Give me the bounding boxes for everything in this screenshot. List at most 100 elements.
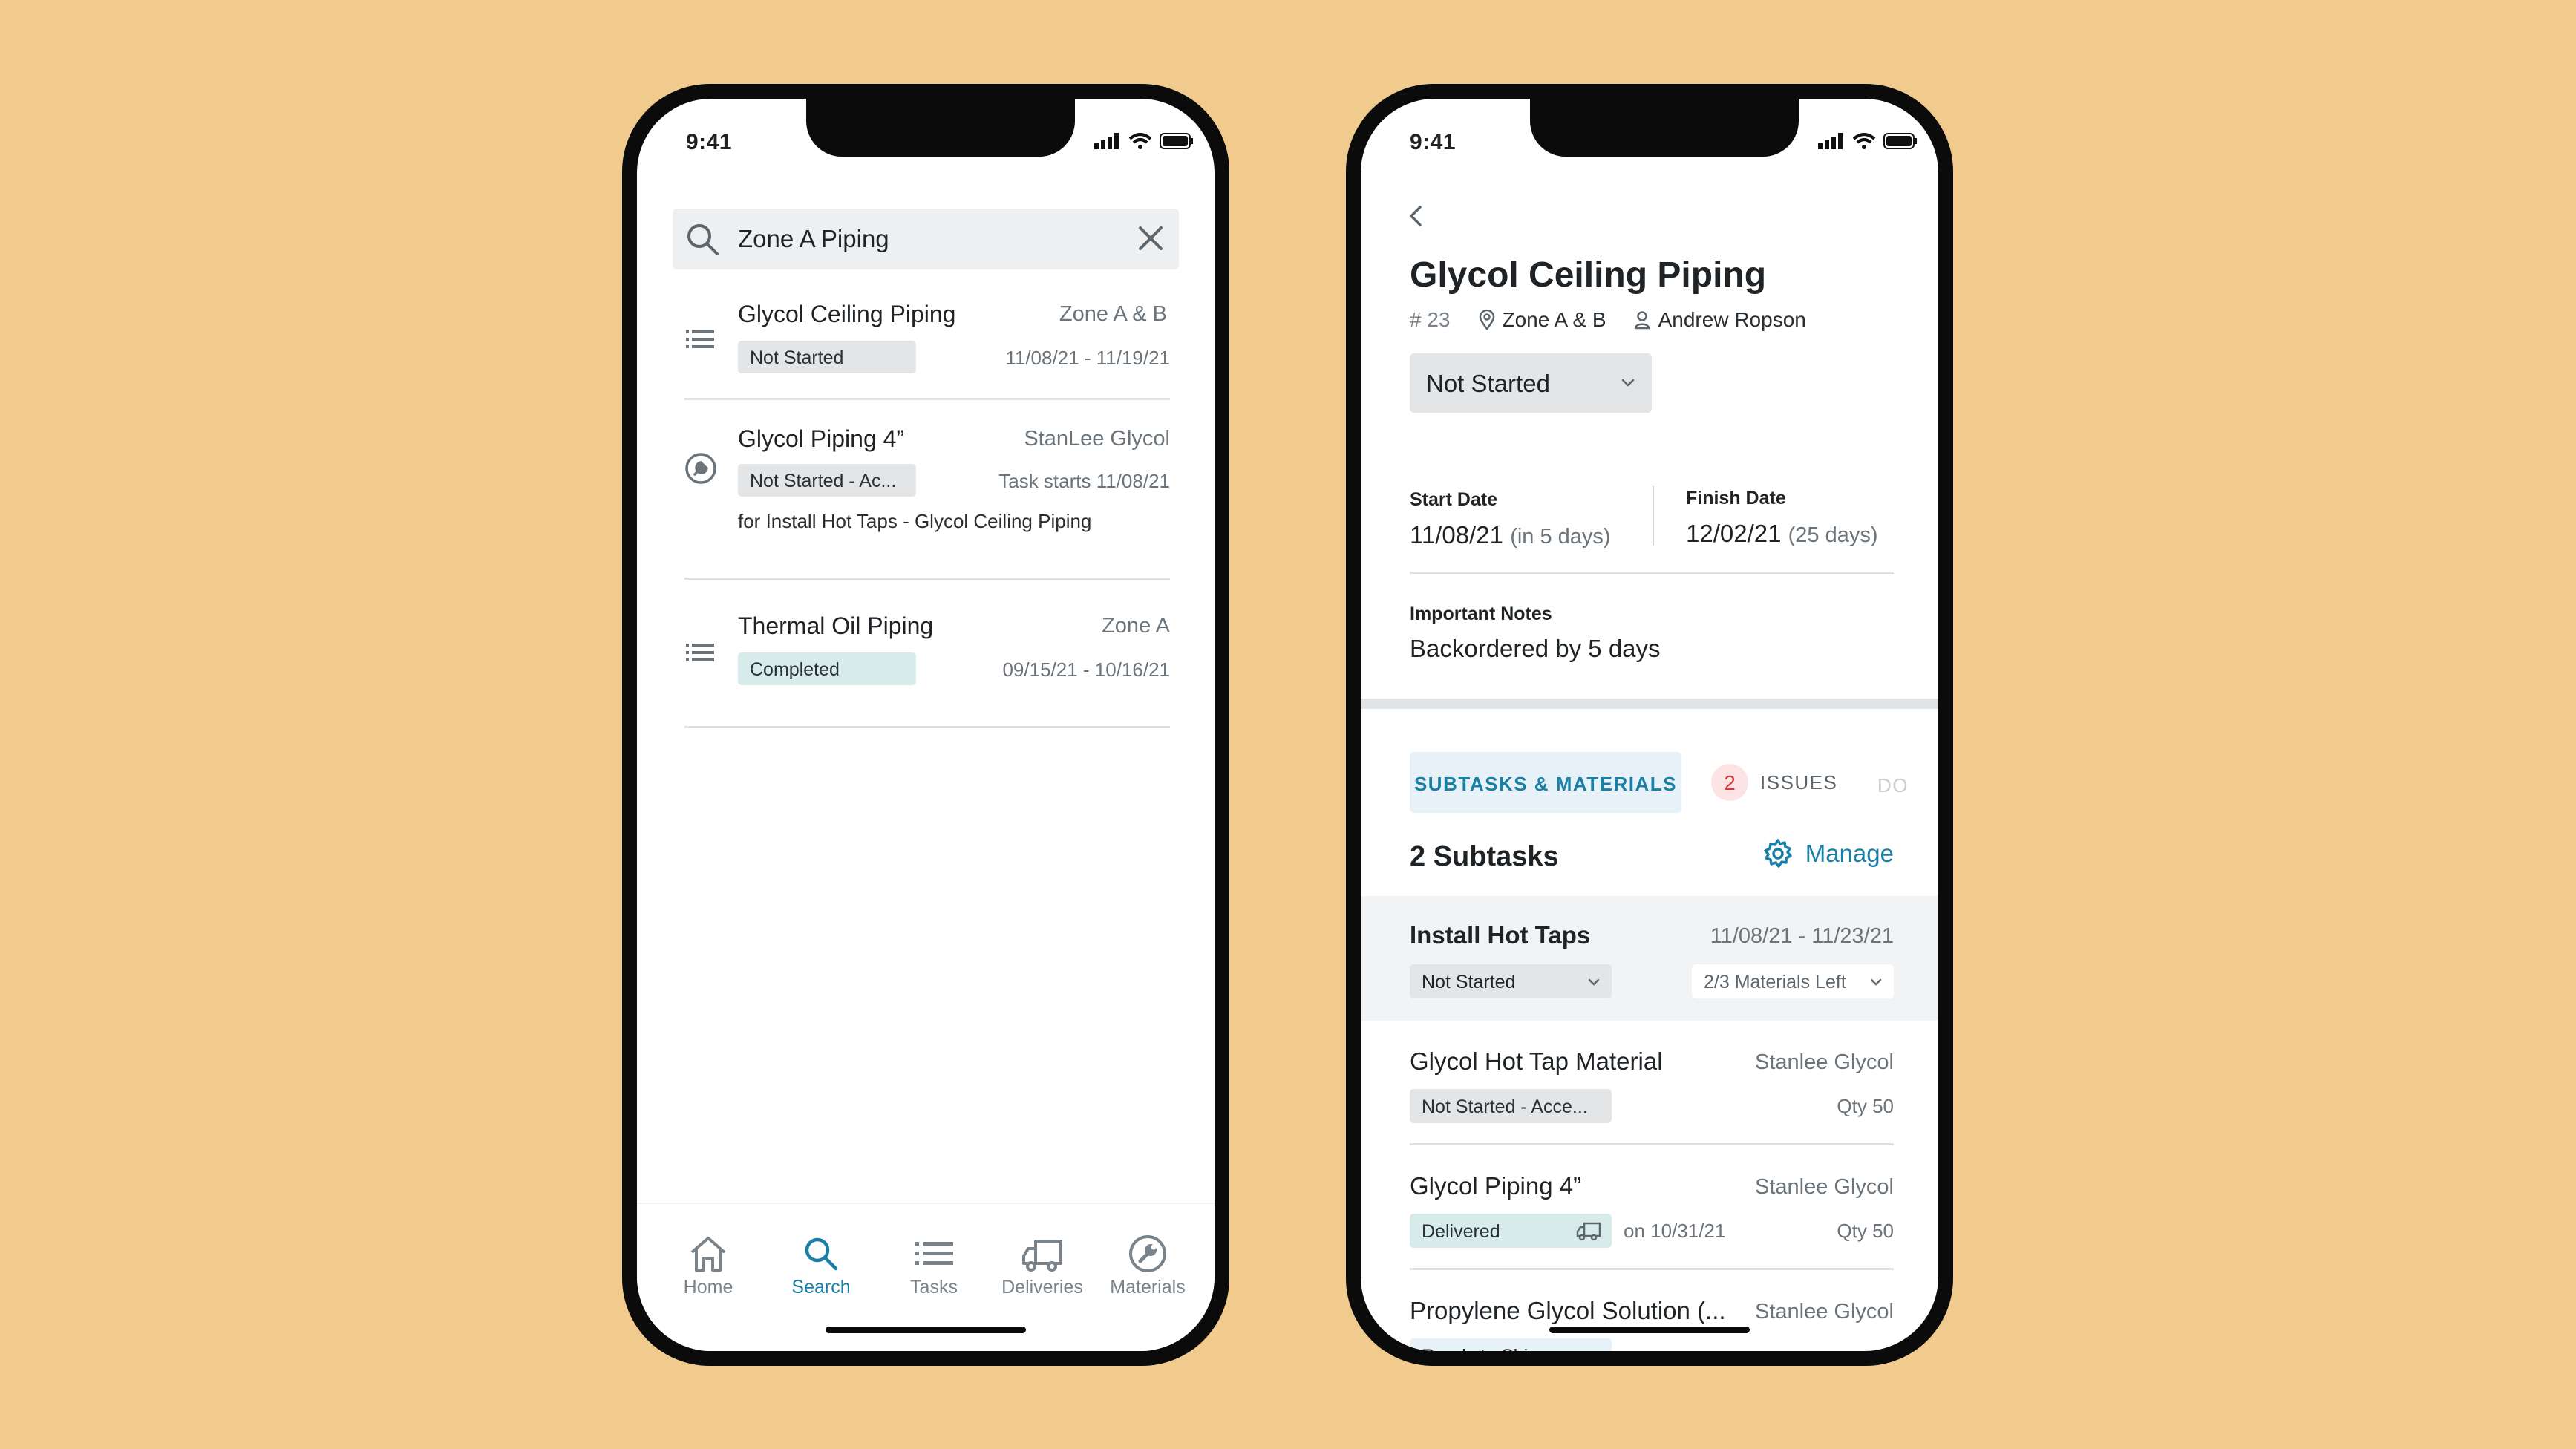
- chevron-down-icon: [1621, 379, 1635, 387]
- subtask-status-value: Not Started: [1422, 972, 1516, 992]
- task-assignee-label: Andrew Ropson: [1658, 308, 1806, 331]
- result-title: Glycol Ceiling Piping: [738, 301, 956, 327]
- manage-label: Manage: [1805, 840, 1894, 867]
- delivered-on: on 10/31/21: [1624, 1220, 1726, 1242]
- list-icon: [686, 330, 714, 348]
- detail-tabs: SUBTASKS & MATERIALS 2 ISSUES DO: [1410, 752, 1938, 813]
- back-icon[interactable]: [1405, 203, 1428, 229]
- battery-icon: [1883, 133, 1917, 149]
- result-dates: 09/15/21 - 10/16/21: [1002, 658, 1170, 681]
- nav-tasks[interactable]: Tasks: [882, 1231, 986, 1298]
- start-date-value: 11/08/21 (in 5 days): [1410, 521, 1611, 549]
- material-title: Glycol Hot Tap Material: [1410, 1047, 1663, 1075]
- date-section: Start Date 11/08/21 (in 5 days) Finish D…: [1410, 470, 1894, 574]
- search-bar[interactable]: Zone A Piping: [673, 209, 1179, 269]
- detail-screen: 9:41 Glycol Ceiling Piping # 23 Zone A &…: [1361, 99, 1938, 1351]
- chevron-down-icon: [1588, 978, 1600, 986]
- search-result[interactable]: Thermal Oil Piping Zone A Completed 09/1…: [684, 580, 1170, 728]
- result-vendor: StanLee Glycol: [1024, 427, 1170, 451]
- date-divider: [1653, 486, 1654, 546]
- status-time: 9:41: [686, 130, 733, 154]
- nav-search-label: Search: [791, 1277, 851, 1298]
- subtask-title: Install Hot Taps: [1410, 921, 1591, 949]
- nav-tasks-label: Tasks: [910, 1277, 958, 1298]
- search-result[interactable]: Glycol Piping 4” StanLee Glycol Not Star…: [684, 400, 1170, 580]
- status-dropdown-value: Not Started: [1426, 370, 1550, 397]
- manage-button[interactable]: Manage: [1762, 838, 1894, 869]
- tab-docs[interactable]: DO: [1877, 774, 1909, 797]
- list-icon: [686, 644, 714, 661]
- status-badge: Delivered: [1410, 1214, 1612, 1248]
- start-date: Start Date 11/08/21 (in 5 days): [1410, 470, 1611, 549]
- phone-detail: 9:41 Glycol Ceiling Piping # 23 Zone A &…: [1346, 84, 1953, 1366]
- search-result[interactable]: Glycol Ceiling Piping Zone A & B Not Sta…: [684, 284, 1170, 400]
- subtask-row[interactable]: Install Hot Taps 11/08/21 - 11/23/21 Not…: [1410, 896, 1894, 1021]
- nav-materials[interactable]: Materials: [1096, 1231, 1200, 1298]
- task-zone-label: Zone A & B: [1502, 308, 1606, 331]
- material-row[interactable]: Glycol Piping 4” Stanlee Glycol Delivere…: [1410, 1145, 1894, 1270]
- nav-home[interactable]: Home: [656, 1231, 760, 1298]
- nav-search[interactable]: Search: [769, 1231, 873, 1298]
- search-screen: 9:41 Zone A Piping Glycol Ceiling Piping…: [637, 99, 1215, 1351]
- tab-issues[interactable]: 2 ISSUES: [1711, 764, 1837, 801]
- subtasks-heading: 2 Subtasks: [1410, 841, 1559, 872]
- page-title: Glycol Ceiling Piping: [1410, 255, 1767, 295]
- nav-deliveries-label: Deliveries: [1001, 1277, 1083, 1298]
- status-dropdown[interactable]: Not Started: [1410, 353, 1652, 413]
- material-vendor: Stanlee Glycol: [1755, 1050, 1894, 1074]
- status-badge: Completed: [738, 652, 916, 685]
- wifi-icon: [1128, 133, 1152, 149]
- notch: [1530, 99, 1799, 157]
- start-date-label: Start Date: [1410, 489, 1498, 510]
- status-icons: [1094, 133, 1194, 149]
- result-start: Task starts 11/08/21: [998, 470, 1170, 492]
- search-input[interactable]: Zone A Piping: [738, 225, 889, 253]
- status-badge: Not Started - Acce...: [1410, 1089, 1612, 1123]
- material-title: Glycol Piping 4”: [1410, 1172, 1582, 1200]
- result-location: Zone A: [1102, 614, 1170, 638]
- subtask-status-dropdown[interactable]: Not Started: [1410, 964, 1612, 998]
- result-parent: for Install Hot Taps - Glycol Ceiling Pi…: [738, 510, 1092, 532]
- issues-count-badge: 2: [1711, 764, 1748, 801]
- search-icon: [805, 1237, 838, 1271]
- finish-date: Finish Date 12/02/21 (25 days): [1686, 468, 1878, 548]
- status-badge: Not Started - Ac...: [738, 464, 916, 497]
- material-vendor: Stanlee Glycol: [1755, 1300, 1894, 1324]
- result-title: Thermal Oil Piping: [738, 612, 934, 639]
- wrench-circle-icon: [685, 453, 716, 484]
- person-icon: [1634, 311, 1650, 330]
- task-assignee: Andrew Ropson: [1633, 308, 1806, 332]
- status-time: 9:41: [1410, 130, 1457, 154]
- material-vendor: Stanlee Glycol: [1755, 1175, 1894, 1199]
- wifi-icon: [1852, 133, 1876, 149]
- gear-icon: [1763, 839, 1792, 868]
- nav-materials-label: Materials: [1110, 1277, 1186, 1298]
- result-dates: 11/08/21 - 11/19/21: [1005, 347, 1170, 369]
- status-badge: Not Started: [738, 341, 916, 373]
- task-zone: Zone A & B: [1479, 308, 1606, 332]
- result-title: Glycol Piping 4”: [738, 425, 905, 452]
- truck-icon: [1576, 1222, 1601, 1241]
- phone-search: 9:41 Zone A Piping Glycol Ceiling Piping…: [622, 84, 1229, 1366]
- nav-home-label: Home: [683, 1277, 733, 1298]
- task-number: # 23: [1410, 308, 1451, 331]
- close-icon[interactable]: [1136, 223, 1166, 253]
- notes-value: Backordered by 5 days: [1410, 635, 1661, 662]
- status-badge: Ready to Ship: [1410, 1338, 1612, 1351]
- result-location: Zone A & B: [1059, 302, 1167, 326]
- tab-subtasks-materials[interactable]: SUBTASKS & MATERIALS: [1410, 752, 1681, 813]
- list-icon: [915, 1242, 953, 1265]
- home-indicator: [826, 1327, 1026, 1333]
- material-row[interactable]: Glycol Hot Tap Material Stanlee Glycol N…: [1410, 1021, 1894, 1145]
- home-icon: [690, 1237, 726, 1272]
- materials-left-value: 2/3 Materials Left: [1704, 972, 1846, 992]
- tab-issues-label: ISSUES: [1760, 771, 1838, 794]
- material-title: Propylene Glycol Solution (...: [1410, 1297, 1726, 1324]
- notch: [806, 99, 1075, 157]
- materials-left-dropdown[interactable]: 2/3 Materials Left: [1692, 964, 1894, 998]
- battery-icon: [1160, 133, 1193, 149]
- notes-label: Important Notes: [1410, 604, 1552, 624]
- material-row[interactable]: Propylene Glycol Solution (... Stanlee G…: [1410, 1270, 1894, 1351]
- task-meta: # 23 Zone A & B Andrew Ropson: [1410, 308, 1833, 332]
- nav-deliveries[interactable]: Deliveries: [990, 1231, 1094, 1298]
